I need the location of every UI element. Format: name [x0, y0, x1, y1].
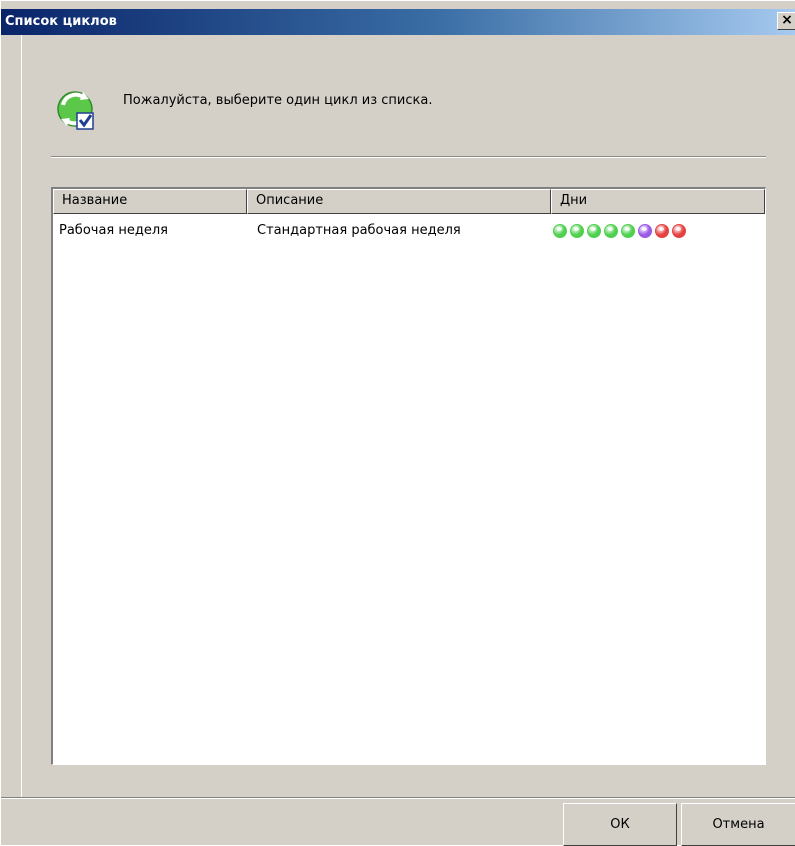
day-dot-icon: [638, 224, 652, 238]
cycle-description: Стандартная рабочая неделя: [257, 223, 461, 238]
list-header: Название Описание Дни: [53, 189, 765, 214]
day-dot-icon: [587, 224, 601, 238]
day-dot-icon: [621, 224, 635, 238]
window-title: Список циклов: [5, 14, 117, 29]
day-dot-icon: [672, 224, 686, 238]
column-header-description[interactable]: Описание: [247, 189, 551, 214]
list-item[interactable]: Рабочая неделя Стандартная рабочая недел…: [53, 219, 765, 241]
cycles-list[interactable]: Название Описание Дни Рабочая неделя Ста…: [51, 187, 766, 765]
column-header-days[interactable]: Дни: [551, 189, 765, 214]
recycle-check-icon: [57, 91, 94, 130]
day-dot-icon: [570, 224, 584, 238]
ok-button[interactable]: ОК: [563, 803, 677, 846]
footer-divider: [1, 797, 795, 799]
column-header-name[interactable]: Название: [53, 189, 247, 214]
cancel-button[interactable]: Отмена: [681, 803, 795, 846]
close-button[interactable]: ×: [777, 12, 795, 30]
title-bar[interactable]: Список циклов: [1, 9, 795, 35]
cycle-name: Рабочая неделя: [59, 223, 168, 238]
dialog-window: Список циклов × Пожалуйста, выберите оди…: [0, 0, 795, 846]
day-dot-icon: [553, 224, 567, 238]
divider: [51, 156, 766, 158]
prompt-text: Пожалуйста, выберите один цикл из списка…: [123, 93, 433, 108]
close-icon: ×: [781, 12, 793, 28]
day-dot-icon: [604, 224, 618, 238]
days-indicators: [553, 224, 686, 238]
day-dot-icon: [655, 224, 669, 238]
